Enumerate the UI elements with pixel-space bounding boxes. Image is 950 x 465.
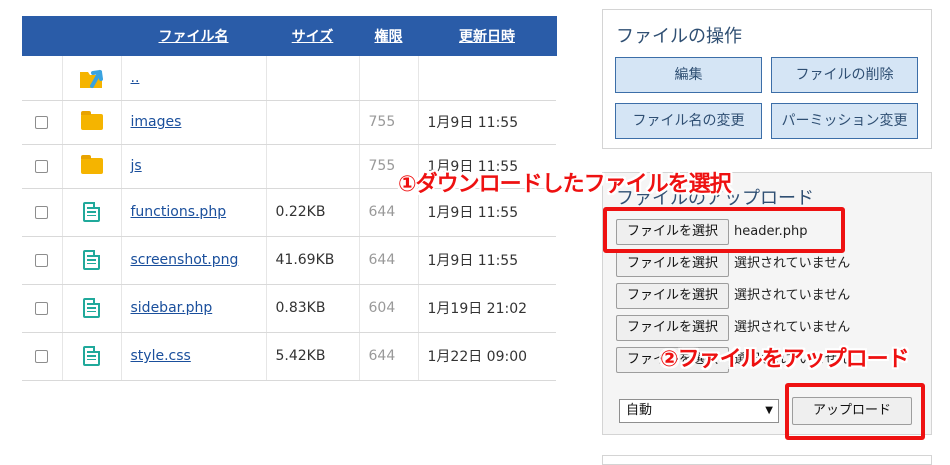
file-icon bbox=[83, 298, 100, 318]
file-link[interactable]: images bbox=[131, 114, 182, 130]
file-link[interactable]: screenshot.png bbox=[131, 252, 239, 268]
row-date-cell: 1月9日 11:55 bbox=[418, 100, 556, 145]
header-permission[interactable]: 権限 bbox=[359, 16, 419, 56]
row-icon-cell bbox=[62, 188, 122, 237]
chosen-file-name: 選択されていません bbox=[734, 320, 851, 335]
annotation-step2: ②ファイルをアップロード bbox=[660, 347, 910, 372]
file-link[interactable]: functions.php bbox=[131, 204, 227, 220]
row-checkbox[interactable] bbox=[35, 301, 49, 315]
row-checkbox[interactable] bbox=[35, 349, 49, 363]
row-size-cell: 41.69KB bbox=[266, 236, 360, 285]
table-row: style.css 5.42KB 644 1月22日 09:00 bbox=[22, 332, 556, 381]
header-filename[interactable]: ファイル名 bbox=[121, 16, 267, 56]
row-name-cell: style.css bbox=[121, 332, 267, 381]
row-date-cell: 1月22日 09:00 bbox=[418, 332, 556, 381]
dropdown-arrow-icon: ▼ bbox=[765, 405, 773, 416]
row-size-cell bbox=[266, 100, 360, 145]
row-checkbox[interactable] bbox=[35, 205, 49, 219]
operations-title: ファイルの操作 bbox=[616, 26, 742, 47]
chosen-file-name: 選択されていません bbox=[734, 256, 851, 271]
row-checkbox-cell bbox=[22, 332, 63, 381]
row-checkbox-cell bbox=[22, 188, 63, 237]
row-icon-cell bbox=[62, 56, 122, 101]
row-date-cell: 1月9日 11:55 bbox=[418, 236, 556, 285]
row-date-cell: 1月19日 21:02 bbox=[418, 284, 556, 333]
header-checkbox-col bbox=[22, 16, 63, 56]
annotation-step1: ①ダウンロードしたファイルを選択 bbox=[398, 172, 732, 197]
choose-file-button[interactable]: ファイルを選択 bbox=[616, 315, 729, 341]
row-checkbox-cell bbox=[22, 236, 63, 285]
parent-dir-link[interactable]: .. bbox=[131, 70, 140, 86]
row-name-cell: screenshot.png bbox=[121, 236, 267, 285]
table-header-row: ファイル名 サイズ 権限 更新日時 bbox=[22, 16, 557, 56]
row-icon-cell bbox=[62, 332, 122, 381]
row-checkbox[interactable] bbox=[35, 115, 49, 129]
file-link[interactable]: style.css bbox=[131, 348, 191, 364]
row-checkbox-cell bbox=[22, 56, 63, 101]
row-checkbox[interactable] bbox=[35, 159, 49, 173]
change-permission-button[interactable]: パーミッション変更 bbox=[771, 103, 918, 139]
row-icon-cell bbox=[62, 100, 122, 145]
file-link[interactable]: sidebar.php bbox=[131, 300, 213, 316]
row-perm-cell: 644 bbox=[359, 332, 419, 381]
file-icon bbox=[83, 202, 100, 222]
header-icon-col bbox=[62, 16, 122, 56]
row-icon-cell bbox=[62, 144, 122, 189]
file-operations-panel: ファイルの操作 編集 ファイルの削除 ファイル名の変更 パーミッション変更 bbox=[602, 9, 932, 149]
row-name-cell: sidebar.php bbox=[121, 284, 267, 333]
delete-file-button[interactable]: ファイルの削除 bbox=[771, 57, 918, 93]
file-icon bbox=[83, 346, 100, 366]
file-icon bbox=[83, 250, 100, 270]
row-checkbox-cell bbox=[22, 144, 63, 189]
header-size[interactable]: サイズ bbox=[266, 16, 360, 56]
choose-file-button[interactable]: ファイルを選択 bbox=[616, 251, 729, 277]
row-size-cell: 0.22KB bbox=[266, 188, 360, 237]
table-row-parent: .. bbox=[22, 56, 556, 101]
row-size-cell: 5.42KB bbox=[266, 332, 360, 381]
row-size-cell: 0.83KB bbox=[266, 284, 360, 333]
next-panel-edge bbox=[602, 455, 932, 465]
header-modified[interactable]: 更新日時 bbox=[418, 16, 557, 56]
table-row: sidebar.php 0.83KB 604 1月19日 21:02 bbox=[22, 284, 556, 333]
parent-folder-icon bbox=[79, 69, 103, 88]
row-date-cell bbox=[418, 56, 556, 101]
highlight-upload-button bbox=[785, 383, 925, 440]
row-perm-cell bbox=[359, 56, 419, 101]
row-name-cell: images bbox=[121, 100, 267, 145]
row-perm-cell: 755 bbox=[359, 100, 419, 145]
row-checkbox[interactable] bbox=[35, 253, 49, 267]
row-perm-cell: 604 bbox=[359, 284, 419, 333]
upload-mode-select[interactable]: 自動 ▼ bbox=[619, 399, 779, 423]
folder-icon bbox=[80, 155, 103, 174]
row-checkbox-cell bbox=[22, 284, 63, 333]
table-row: images 755 1月9日 11:55 bbox=[22, 100, 556, 145]
row-size-cell bbox=[266, 144, 360, 189]
row-icon-cell bbox=[62, 284, 122, 333]
chosen-file-name: 選択されていません bbox=[734, 288, 851, 303]
row-name-cell: .. bbox=[121, 56, 267, 101]
rename-button[interactable]: ファイル名の変更 bbox=[615, 103, 762, 139]
row-icon-cell bbox=[62, 236, 122, 285]
upload-mode-value: 自動 bbox=[626, 403, 653, 418]
edit-button[interactable]: 編集 bbox=[615, 57, 762, 93]
choose-file-button[interactable]: ファイルを選択 bbox=[616, 283, 729, 309]
row-checkbox-cell bbox=[22, 100, 63, 145]
file-table: ファイル名 サイズ 権限 更新日時 .. images 755 1月9日 11:… bbox=[22, 16, 557, 381]
table-row: screenshot.png 41.69KB 644 1月9日 11:55 bbox=[22, 236, 556, 285]
row-perm-cell: 644 bbox=[359, 236, 419, 285]
row-name-cell: js bbox=[121, 144, 267, 189]
highlight-file-input bbox=[603, 207, 845, 253]
folder-icon bbox=[80, 111, 103, 130]
file-link[interactable]: js bbox=[131, 158, 142, 174]
row-name-cell: functions.php bbox=[121, 188, 267, 237]
row-size-cell bbox=[266, 56, 360, 101]
